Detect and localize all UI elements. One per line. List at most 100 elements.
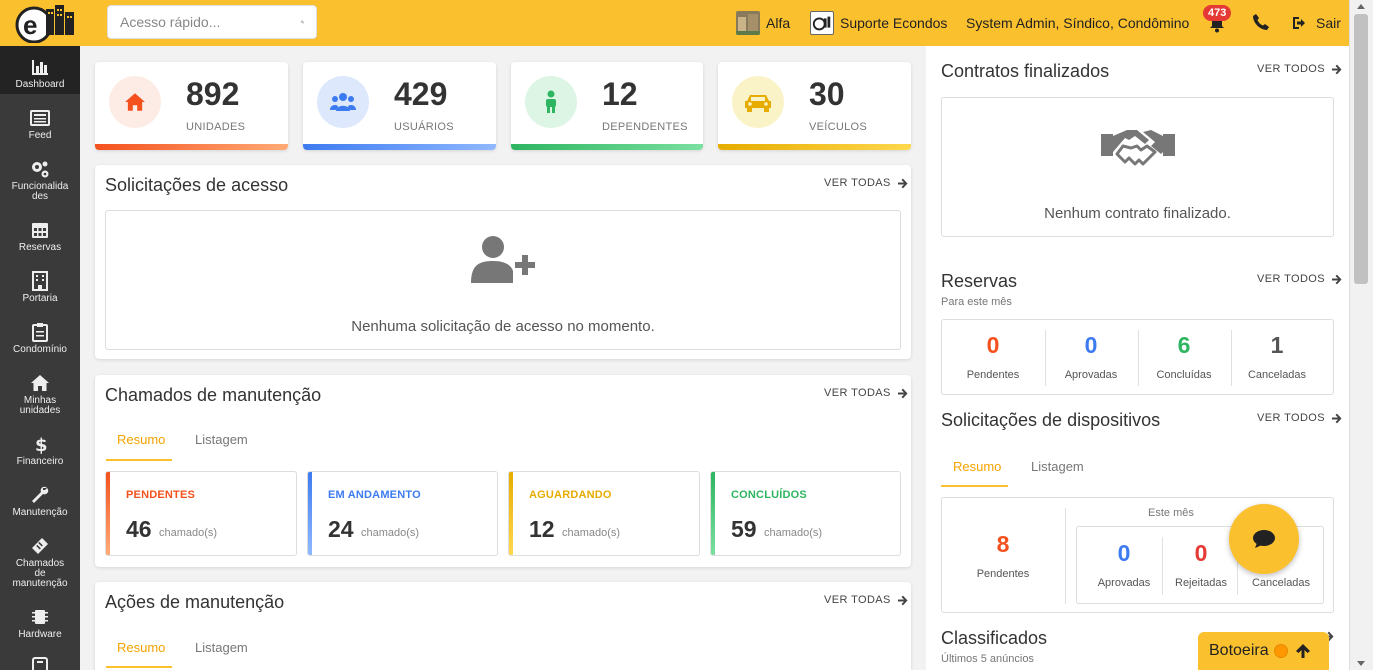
dollar-icon: $	[35, 435, 48, 454]
scroll-down-icon[interactable]	[1357, 661, 1365, 666]
reservation-stat-aprovadas[interactable]: 0 Aprovadas	[1042, 332, 1140, 381]
stat-label: USUÁRIOS	[394, 121, 454, 133]
sidebar-item-hardware[interactable]: Hardware	[0, 607, 80, 640]
vertical-scrollbar[interactable]	[1349, 0, 1373, 670]
condo-name[interactable]: Alfa	[766, 15, 790, 31]
logout-icon	[1293, 17, 1305, 29]
botoeira-label[interactable]: Botoeira	[1209, 642, 1269, 660]
botoeira-button[interactable]: Botoeira	[1198, 632, 1329, 670]
sidebar-item-financeiro[interactable]: $ Financeiro	[0, 434, 80, 467]
condo-avatar-icon	[736, 11, 760, 35]
arrow-right-icon	[1332, 274, 1342, 284]
reservation-stat-canceladas[interactable]: 1 Canceladas	[1230, 332, 1324, 381]
status-dot-icon	[1273, 644, 1288, 658]
tab-underline	[941, 485, 1008, 487]
search-icon[interactable]	[301, 14, 304, 30]
stat-card-unidades[interactable]: 892 UNIDADES	[95, 62, 288, 150]
sidebar-item-chamados[interactable]: Chamados de manutenção	[0, 536, 80, 589]
ver-todas-link[interactable]: VER TODAS	[824, 387, 908, 399]
link-label[interactable]: VER TODOS	[1257, 63, 1325, 75]
stat-label: UNIDADES	[186, 121, 246, 133]
link-label[interactable]: VER TODAS	[824, 177, 891, 189]
user-info[interactable]: System Admin, Síndico, Condômino	[966, 0, 1189, 46]
empty-message: Nenhum contrato finalizado.	[1044, 205, 1231, 222]
device-value: 0	[1194, 540, 1208, 566]
sidebar-item-minhas-unidades[interactable]: Minhas unidades	[0, 373, 80, 416]
user-info-label[interactable]: System Admin, Síndico, Condômino	[966, 15, 1189, 31]
sidebar-item-label: Portaria	[22, 293, 58, 304]
tab-underline	[106, 459, 172, 461]
tab-listagem[interactable]: Listagem	[195, 432, 248, 447]
section-title: Classificados	[941, 628, 1048, 648]
ticket-card-unit: chamado(s)	[361, 527, 420, 539]
link-label[interactable]: VER TODOS	[1257, 412, 1325, 424]
sidebar-item-portaria[interactable]: Portaria	[0, 271, 80, 304]
support-label[interactable]: Suporte Econdos	[840, 15, 947, 31]
sidebar-item-feed[interactable]: Feed	[0, 108, 80, 141]
ticket-card-unit: chamado(s)	[159, 527, 218, 539]
condo-selector[interactable]: Alfa	[736, 0, 790, 46]
arrow-right-icon	[897, 388, 908, 398]
link-label[interactable]: VER TODAS	[824, 594, 891, 606]
scroll-up-icon[interactable]	[1357, 4, 1365, 9]
stat-card-veiculos[interactable]: 30 VEÍCULOS	[718, 62, 911, 150]
tab-listagem[interactable]: Listagem	[195, 640, 248, 655]
tab-listagem[interactable]: Listagem	[1031, 459, 1084, 474]
device-stat-pendentes[interactable]: 8 Pendentes	[942, 531, 1064, 580]
tab-resumo[interactable]: Resumo	[953, 459, 1001, 474]
device-stat-rejeitadas[interactable]: 0 Rejeitadas	[1163, 540, 1239, 589]
stat-card-dependentes[interactable]: 12 DEPENDENTES	[511, 62, 703, 150]
device-value: 8	[996, 531, 1010, 557]
ver-todas-link[interactable]: VER TODAS	[824, 177, 908, 189]
scroll-thumb[interactable]	[1354, 14, 1368, 284]
more-icon[interactable]	[31, 656, 49, 670]
reservation-stat-pendentes[interactable]: 0 Pendentes	[942, 332, 1044, 381]
sidebar-item-dashboard[interactable]: Dashboard	[0, 46, 80, 94]
link-label[interactable]: VER TODOS	[1257, 273, 1325, 285]
sidebar-item-manutencao[interactable]: Manutenção	[0, 485, 80, 518]
stat-icon-circle	[732, 76, 784, 128]
search-input[interactable]	[120, 14, 301, 30]
chat-button[interactable]	[1229, 504, 1299, 574]
ticket-card-aguardando[interactable]: AGUARDANDO 12 chamado(s)	[508, 471, 700, 556]
device-stat-aprovadas[interactable]: 0 Aprovadas	[1077, 540, 1171, 589]
section-title: Ações de manutenção	[105, 592, 285, 612]
sidebar-item-reservas[interactable]: Reservas	[0, 220, 80, 253]
link-label[interactable]: VER TODAS	[824, 387, 891, 399]
ticket-card-concluidos[interactable]: CONCLUÍDOS 59 chamado(s)	[710, 471, 901, 556]
arrow-right-icon	[1332, 413, 1342, 423]
tab-resumo[interactable]: Resumo	[117, 640, 165, 655]
ticket-card-pendentes[interactable]: PENDENTES 46 chamado(s)	[105, 471, 297, 556]
ver-todos-link[interactable]: VER TODOS	[1257, 273, 1342, 285]
child-icon	[546, 90, 556, 113]
ver-todos-link[interactable]: VER TODOS	[1257, 63, 1342, 75]
phone-icon[interactable]	[1252, 13, 1270, 31]
stat-bar	[303, 144, 496, 150]
sidebar-item-funcionalidades[interactable]: Funcionalida des	[0, 159, 80, 202]
stat-bar	[718, 144, 911, 150]
stat-card-usuarios[interactable]: 429 USUÁRIOS	[303, 62, 496, 150]
support-link[interactable]: Suporte Econdos	[810, 0, 947, 46]
device-value: 0	[1117, 540, 1131, 566]
ticket-card-title: AGUARDANDO	[529, 489, 612, 501]
logout-label[interactable]: Sair	[1316, 15, 1341, 31]
notification-badge[interactable]: 473	[1203, 5, 1232, 21]
card-accent	[711, 472, 715, 555]
tab-resumo[interactable]: Resumo	[117, 432, 165, 447]
ver-todos-link[interactable]: VER TODOS	[1257, 412, 1342, 424]
gears-icon	[32, 161, 49, 178]
support-logo-icon	[810, 11, 834, 35]
sidebar-item-condominio[interactable]: Condomínio	[0, 322, 80, 355]
sidebar: Dashboard Feed Funcionalida des Reservas…	[0, 46, 80, 670]
user-plus-icon	[471, 236, 535, 283]
quick-search[interactable]	[107, 5, 317, 39]
svg-text:e: e	[23, 10, 37, 40]
section-subtitle: Para este mês	[941, 296, 1012, 308]
reservation-stat-concluidas[interactable]: 6 Concluídas	[1136, 332, 1232, 381]
arrow-right-icon	[897, 178, 908, 188]
econdos-logo[interactable]: e	[14, 3, 76, 43]
ver-todas-link[interactable]: VER TODAS	[824, 594, 908, 606]
reservations-summary: 0 Pendentes 0 Aprovadas 6 Concluídas 1 C…	[941, 319, 1334, 395]
ticket-card-em-andamento[interactable]: EM ANDAMENTO 24 chamado(s)	[307, 471, 498, 556]
logout-button[interactable]: Sair	[1292, 0, 1341, 46]
